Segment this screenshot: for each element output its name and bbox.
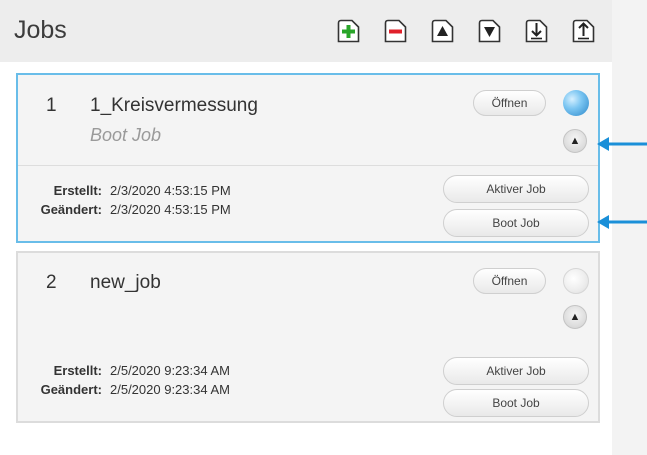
add-job-button[interactable] [337,19,360,43]
modified-label: Geändert: [40,202,102,217]
job-subtitle: Boot Job [90,125,162,145]
jobs-header: Jobs [0,0,612,62]
modified-value: 2/3/2020 4:53:15 PM [110,202,231,217]
job-card[interactable]: 2 new_job Öffnen ▲ Erstellt: 2/5/2020 9:… [16,251,600,423]
created-label: Erstellt: [53,183,102,198]
job-name: 1_Kreisvermessung [90,95,258,116]
open-button[interactable]: Öffnen [473,268,546,294]
import-button[interactable] [525,19,548,43]
job-summary: 1 1_Kreisvermessung Boot Job Öffnen ▲ [18,75,598,165]
created-value: 2/3/2020 4:53:15 PM [110,183,231,198]
active-job-button[interactable]: Aktiver Job [443,357,589,385]
triangle-up-icon [431,19,454,43]
job-number: 1 [46,95,57,116]
collapse-button[interactable]: ▲ [563,129,587,153]
job-card[interactable]: 1 1_Kreisvermessung Boot Job Öffnen ▲ Er… [16,73,600,243]
chevron-up-icon: ▲ [569,311,581,323]
move-down-button[interactable] [478,19,501,43]
upload-icon [572,19,595,43]
download-icon [525,19,548,43]
created-label: Erstellt: [53,363,102,378]
boot-job-button[interactable]: Boot Job [443,389,589,417]
triangle-down-icon [478,19,501,43]
minus-icon [384,19,407,43]
status-indicator [563,268,589,294]
chevron-up-icon: ▲ [569,135,581,147]
job-name: new_job [90,272,161,293]
modified-label: Geändert: [40,382,102,397]
annotation-arrow-icon [597,215,647,229]
active-job-button[interactable]: Aktiver Job [443,175,589,203]
remove-job-button[interactable] [384,19,407,43]
divider [18,165,598,166]
jobs-panel: Jobs 1 1_Kreisvermessung Boot Job Öffnen… [0,0,612,455]
move-up-button[interactable] [431,19,454,43]
annotation-arrow-icon [597,137,647,151]
boot-job-button[interactable]: Boot Job [443,209,589,237]
job-number: 2 [46,272,57,293]
open-button[interactable]: Öffnen [473,90,546,116]
status-indicator [563,90,589,116]
export-button[interactable] [572,19,595,43]
job-summary: 2 new_job Öffnen ▲ [18,253,598,343]
modified-value: 2/5/2020 9:23:34 AM [110,382,230,397]
plus-icon [337,19,360,43]
created-value: 2/5/2020 9:23:34 AM [110,363,230,378]
panel-title: Jobs [14,16,67,44]
collapse-button[interactable]: ▲ [563,305,587,329]
